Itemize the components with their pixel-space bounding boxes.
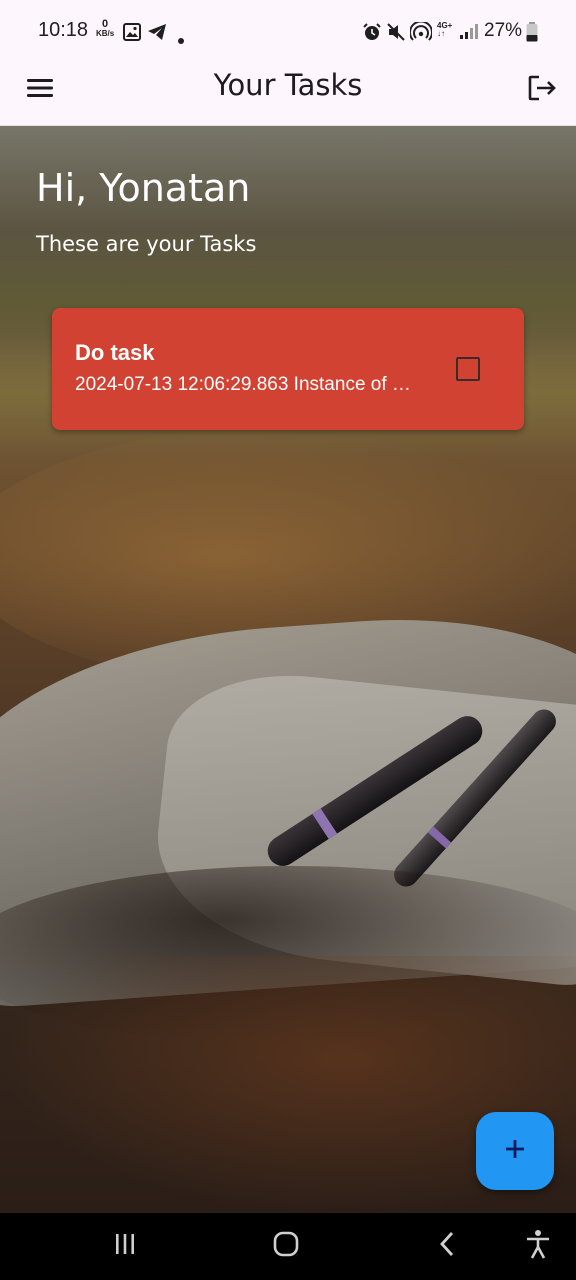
task-card[interactable]: Do task 2024-07-13 12:06:29.863 Instance… — [52, 308, 524, 430]
logout-button[interactable] — [520, 68, 564, 112]
recent-apps-icon — [113, 1232, 137, 1260]
net-speed-unit: KB/s — [96, 29, 115, 38]
back-icon — [438, 1231, 458, 1261]
task-checkbox[interactable] — [456, 357, 480, 381]
system-nav-bar — [0, 1213, 576, 1280]
status-time: 10:18 — [38, 19, 89, 41]
accessibility-button[interactable] — [520, 1229, 556, 1263]
battery-icon — [526, 22, 538, 46]
plus-icon — [503, 1137, 527, 1165]
accessibility-icon — [524, 1229, 552, 1263]
hotspot-icon — [409, 20, 433, 46]
telegram-icon — [147, 23, 167, 45]
background-image — [0, 126, 576, 1213]
recent-apps-button[interactable] — [108, 1229, 142, 1263]
back-button[interactable] — [432, 1229, 464, 1263]
add-task-button[interactable] — [476, 1112, 554, 1190]
page-title: Your Tasks — [213, 68, 363, 102]
image-icon — [123, 23, 141, 45]
home-icon — [272, 1230, 300, 1262]
mute-icon — [386, 22, 406, 46]
logout-icon — [527, 74, 557, 106]
alarm-icon — [362, 22, 382, 46]
dot-icon — [178, 29, 184, 48]
greeting-heading: Hi, Yonatan — [36, 166, 251, 210]
greeting-subtitle: These are your Tasks — [36, 232, 257, 256]
task-title: Do task — [75, 340, 155, 365]
app-bar: Your Tasks — [0, 64, 576, 126]
4g-icon: 4G+ ↓↑ — [437, 21, 453, 38]
signal-icon — [458, 22, 478, 44]
task-timestamp: 2024-07-13 12:06:29.863 Instance of 'Tim… — [75, 374, 411, 395]
home-button[interactable] — [268, 1229, 304, 1263]
net-speed: 0 KB/s — [96, 18, 115, 39]
status-bar: 10:18 0 KB/s 4G+ ↓↑ 27% — [0, 0, 576, 64]
battery-percent: 27% — [484, 20, 523, 41]
net-speed-value: 0 — [102, 18, 109, 30]
